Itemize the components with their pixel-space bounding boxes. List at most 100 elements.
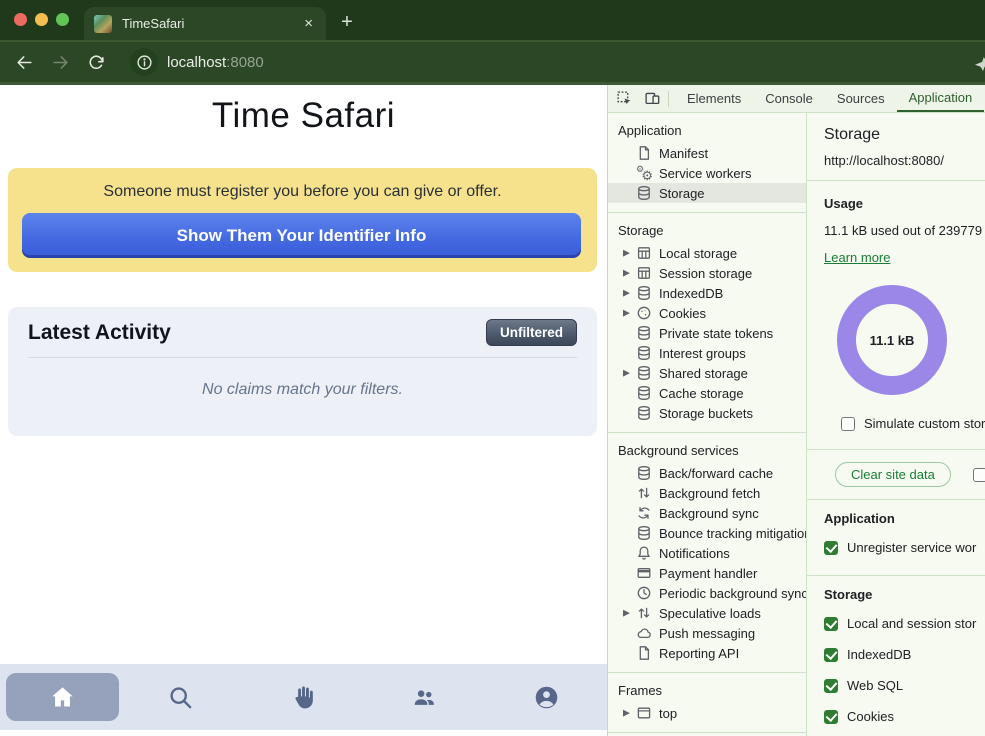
unfiltered-button[interactable]: Unfiltered bbox=[486, 319, 577, 346]
extension-icon[interactable] bbox=[975, 57, 985, 71]
tree-item-label: Reporting API bbox=[659, 646, 739, 661]
tree-item-push-messaging[interactable]: Push messaging bbox=[608, 623, 806, 643]
tree-item-label: Storage buckets bbox=[659, 406, 753, 421]
tree-item-notifications[interactable]: Notifications bbox=[608, 543, 806, 563]
bottom-navigation bbox=[0, 664, 607, 730]
tree-item-indexeddb[interactable]: ▶ IndexedDB bbox=[608, 283, 806, 303]
simulate-storage-row: Simulate custom stora bbox=[841, 416, 985, 431]
web-sql-checkbox[interactable] bbox=[824, 679, 838, 693]
tree-item-shared-storage[interactable]: ▶Shared storage bbox=[608, 363, 806, 383]
cloud-icon bbox=[636, 625, 652, 641]
checkbox-row-web-sql: Web SQL bbox=[824, 678, 985, 693]
latest-activity-card: Latest Activity Unfiltered No claims mat… bbox=[8, 307, 597, 436]
clear-site-data-button[interactable]: Clear site data bbox=[835, 462, 951, 487]
tree-item-payment-handler[interactable]: Payment handler bbox=[608, 563, 806, 583]
unregister-service-wor-checkbox[interactable] bbox=[824, 541, 838, 555]
sidebar-section-frames: Frames▶top bbox=[608, 673, 806, 733]
tree-item-bounce-tracking-mitigation[interactable]: Bounce tracking mitigation bbox=[608, 523, 806, 543]
nav-profile-button[interactable] bbox=[485, 664, 607, 730]
section-header: Frames bbox=[608, 680, 806, 703]
origin-url: http://localhost:8080/ bbox=[824, 153, 985, 168]
file-icon bbox=[636, 645, 652, 661]
device-toolbar-icon[interactable] bbox=[640, 89, 664, 109]
local-and-session-stor-checkbox[interactable] bbox=[824, 617, 838, 631]
expand-arrow-icon[interactable]: ▶ bbox=[623, 308, 630, 319]
tree-item-local-storage[interactable]: ▶ Local storage bbox=[608, 243, 806, 263]
tree-item-manifest[interactable]: Manifest bbox=[608, 143, 806, 163]
cookies-checkbox[interactable] bbox=[824, 710, 838, 724]
expand-arrow-icon[interactable]: ▶ bbox=[623, 268, 630, 279]
show-identifier-button[interactable]: Show Them Your Identifier Info bbox=[22, 213, 581, 258]
learn-more-link[interactable]: Learn more bbox=[824, 250, 890, 265]
tree-item-background-fetch[interactable]: Background fetch bbox=[608, 483, 806, 503]
nav-hand-button[interactable] bbox=[241, 664, 363, 730]
tree-item-session-storage[interactable]: ▶ Session storage bbox=[608, 263, 806, 283]
tree-item-periodic-background-sync[interactable]: Periodic background sync bbox=[608, 583, 806, 603]
devtools-tab-application[interactable]: Application bbox=[897, 85, 985, 112]
nav-home-button[interactable] bbox=[6, 673, 119, 721]
payment-card-icon bbox=[636, 565, 652, 581]
tree-item-storage[interactable]: Storage bbox=[608, 183, 806, 203]
tree-item-label: Manifest bbox=[659, 146, 708, 161]
tree-item-top[interactable]: ▶top bbox=[608, 703, 806, 723]
tree-item-label: Session storage bbox=[659, 266, 752, 281]
address-bar[interactable]: localhost:8080 bbox=[167, 54, 264, 71]
tree-item-cookies[interactable]: ▶ Cookies bbox=[608, 303, 806, 323]
expand-arrow-icon[interactable]: ▶ bbox=[623, 248, 630, 259]
database-icon bbox=[636, 385, 652, 401]
url-port: :8080 bbox=[226, 54, 264, 71]
minimize-window-button[interactable] bbox=[35, 13, 48, 26]
tree-item-private-state-tokens[interactable]: Private state tokens bbox=[608, 323, 806, 343]
nav-people-button[interactable] bbox=[363, 664, 485, 730]
tree-item-service-workers[interactable]: ⚙⚙Service workers bbox=[608, 163, 806, 183]
expand-arrow-icon[interactable]: ▶ bbox=[623, 288, 630, 299]
browser-tab[interactable]: TimeSafari × bbox=[84, 7, 326, 40]
including-checkbox[interactable] bbox=[973, 468, 985, 482]
tree-item-reporting-api[interactable]: Reporting API bbox=[608, 643, 806, 663]
forward-button[interactable] bbox=[48, 50, 72, 74]
expand-arrow-icon[interactable]: ▶ bbox=[623, 368, 630, 379]
new-tab-button[interactable]: + bbox=[334, 9, 360, 35]
indexeddb-checkbox[interactable] bbox=[824, 648, 838, 662]
back-button[interactable] bbox=[12, 50, 36, 74]
titlebar: TimeSafari × + bbox=[0, 0, 985, 40]
close-window-button[interactable] bbox=[14, 13, 27, 26]
site-info-icon[interactable] bbox=[130, 48, 158, 76]
tree-item-label: Local storage bbox=[659, 246, 737, 261]
tree-item-label: Cookies bbox=[659, 306, 706, 321]
expand-arrow-icon[interactable]: ▶ bbox=[623, 708, 630, 719]
gears-icon: ⚙⚙ bbox=[636, 165, 652, 181]
usage-text: 11.1 kB used out of 239779 bbox=[824, 223, 985, 238]
tree-item-label: Payment handler bbox=[659, 566, 757, 581]
browser-window: TimeSafari × + localhost:8080 Time Safar… bbox=[0, 0, 985, 736]
section-header: Application bbox=[608, 120, 806, 143]
tree-item-label: Private state tokens bbox=[659, 326, 773, 341]
usage-donut-chart: 11.1 kB bbox=[837, 285, 947, 395]
devtools-tab-sources[interactable]: Sources bbox=[825, 85, 897, 112]
divider bbox=[668, 91, 669, 107]
devtools-tab-elements[interactable]: Elements bbox=[675, 85, 753, 112]
simulate-storage-checkbox[interactable] bbox=[841, 417, 855, 431]
updown-arrows-icon bbox=[636, 485, 652, 501]
tree-item-background-sync[interactable]: Background sync bbox=[608, 503, 806, 523]
nav-search-button[interactable] bbox=[119, 664, 241, 730]
inspect-element-icon[interactable] bbox=[612, 89, 636, 109]
tree-item-interest-groups[interactable]: Interest groups bbox=[608, 343, 806, 363]
person-circle-icon bbox=[533, 684, 560, 711]
url-host: localhost bbox=[167, 54, 226, 71]
tree-item-label: Cache storage bbox=[659, 386, 744, 401]
expand-arrow-icon[interactable]: ▶ bbox=[623, 608, 630, 619]
devtools-tab-console[interactable]: Console bbox=[753, 85, 825, 112]
tree-item-storage-buckets[interactable]: Storage buckets bbox=[608, 403, 806, 423]
tree-item-cache-storage[interactable]: Cache storage bbox=[608, 383, 806, 403]
tree-item-label: IndexedDB bbox=[659, 286, 723, 301]
browser-toolbar: localhost:8080 bbox=[0, 40, 985, 85]
zoom-window-button[interactable] bbox=[56, 13, 69, 26]
checkbox-label: Cookies bbox=[847, 709, 894, 724]
tree-item-speculative-loads[interactable]: ▶Speculative loads bbox=[608, 603, 806, 623]
updown-arrows-icon bbox=[636, 605, 652, 621]
tab-close-button[interactable]: × bbox=[301, 16, 316, 31]
reload-button[interactable] bbox=[84, 50, 108, 74]
tree-item-back-forward-cache[interactable]: Back/forward cache bbox=[608, 463, 806, 483]
search-icon bbox=[167, 684, 194, 711]
